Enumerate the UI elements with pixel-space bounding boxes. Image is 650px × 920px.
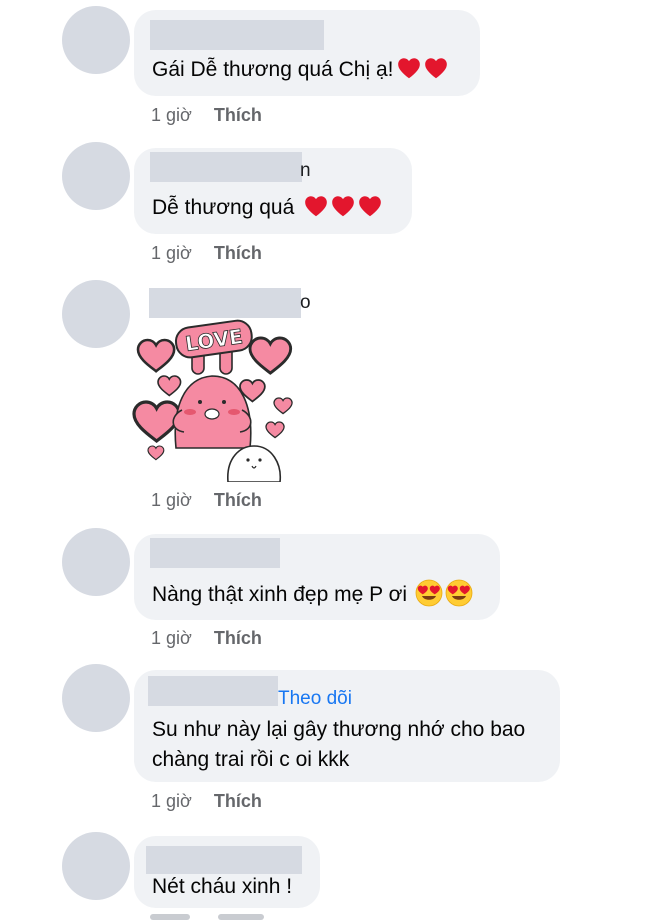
comment-text-line-2: chàng trai rồi c oi kkk — [152, 748, 350, 771]
comment-text: Nàng thật xinh đẹp mẹ P ơi — [152, 583, 408, 606]
comment-meta: 1 giờ Thích — [151, 105, 262, 126]
like-button[interactable]: Thích — [214, 628, 262, 648]
redacted-name — [150, 152, 302, 182]
red-heart-icon — [425, 58, 448, 79]
emojis — [413, 579, 473, 607]
comment-bubble: Theo dõi Su như này lại gây thương nhớ c… — [134, 670, 560, 782]
comment-meta: 1 giờ Thích — [151, 243, 262, 264]
redacted-name — [150, 20, 324, 50]
comment-text-row: Gái Dễ thương quá Chị ạ! — [152, 55, 449, 86]
comment-time[interactable]: 1 giờ — [151, 490, 192, 510]
like-button[interactable]: Thích — [214, 791, 262, 811]
avatar[interactable] — [62, 6, 130, 74]
comment-meta: 1 giờ Thích — [151, 791, 262, 812]
comment-time[interactable]: 1 giờ — [151, 791, 192, 811]
comment-bubble: n Dễ thương quá — [134, 148, 412, 234]
redacted-name — [150, 538, 280, 568]
comment-time[interactable]: 1 giờ — [151, 243, 192, 263]
name-visible-fragment: o — [300, 292, 311, 313]
comment-text-line-1: Su như này lại gây thương nhớ cho bao — [152, 718, 526, 741]
comment-text: Nét cháu xinh ! — [152, 875, 293, 898]
like-button[interactable]: Thích — [214, 105, 262, 125]
avatar[interactable] — [62, 664, 130, 732]
follow-link[interactable]: Theo dõi — [278, 688, 352, 710]
redacted-name — [148, 676, 278, 706]
redacted-name — [146, 846, 302, 874]
avatar[interactable] — [62, 832, 130, 900]
comment-bubble: Nét cháu xinh ! — [134, 836, 320, 908]
heart-eyes-emoji-icon — [415, 579, 443, 607]
name-visible-fragment: n — [300, 160, 311, 181]
avatar[interactable] — [62, 280, 130, 348]
like-button[interactable]: Thích — [214, 243, 262, 263]
comment-bubble: Gái Dễ thương quá Chị ạ! — [134, 10, 480, 96]
heart-eyes-emoji-icon — [445, 579, 473, 607]
like-button[interactable]: Thích — [214, 490, 262, 510]
redacted-name — [149, 288, 301, 318]
red-heart-icon — [359, 196, 381, 217]
comment-time[interactable]: 1 giờ — [151, 628, 192, 648]
comment-bubble: Nàng thật xinh đẹp mẹ P ơi — [134, 534, 500, 620]
comment-text-row: Nàng thật xinh đẹp mẹ P ơi — [152, 579, 473, 610]
hearts — [395, 55, 449, 86]
red-heart-icon — [305, 196, 327, 217]
red-heart-icon — [332, 196, 354, 217]
love-bunny-sticker[interactable]: LOVE — [132, 318, 300, 482]
avatar[interactable] — [62, 142, 130, 210]
hearts — [302, 193, 383, 224]
comment-time[interactable]: 1 giờ — [151, 105, 192, 125]
avatar[interactable] — [62, 528, 130, 596]
comment-meta: 1 giờ Thích — [151, 628, 262, 649]
comment-text-row: Dễ thương quá — [152, 193, 383, 224]
red-heart-icon — [398, 58, 421, 79]
comment-text: Gái Dễ thương quá Chị ạ! — [152, 58, 394, 82]
comment-meta: 1 giờ Thích — [151, 490, 262, 511]
comment-text: Dễ thương quá — [152, 196, 295, 220]
